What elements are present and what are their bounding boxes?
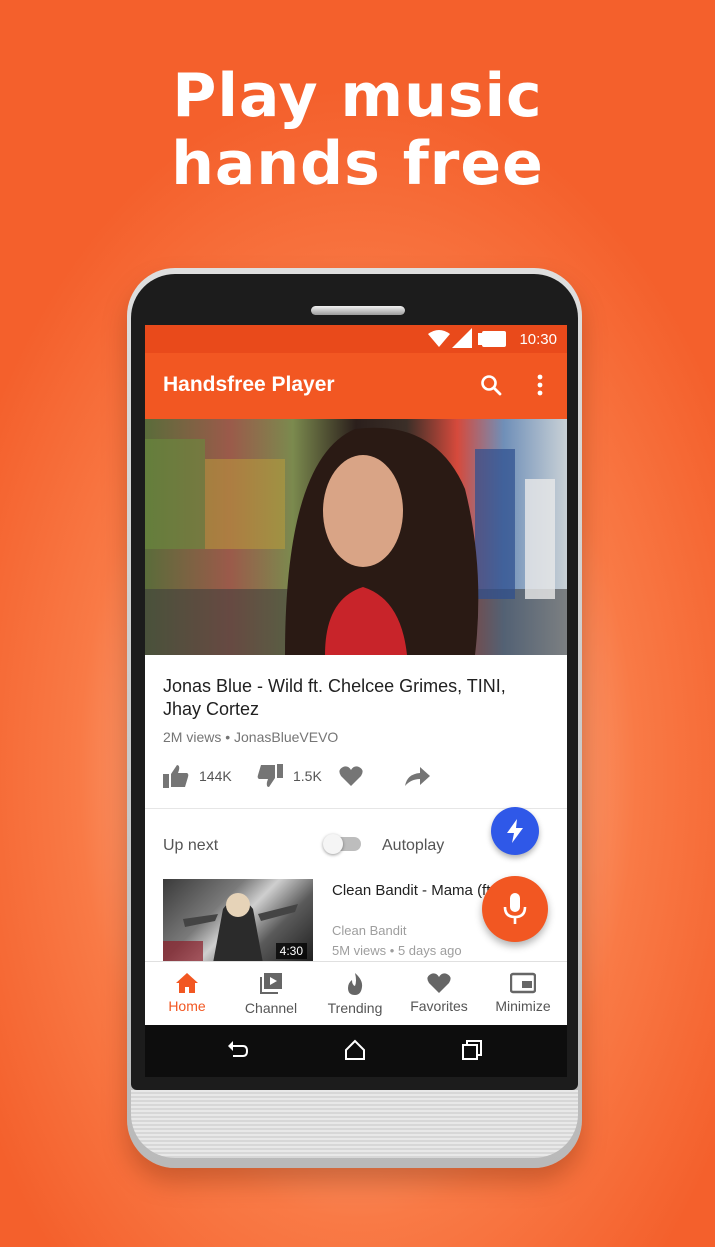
status-time: 10:30 bbox=[519, 331, 557, 348]
heart-icon bbox=[339, 766, 363, 786]
thumb-down-icon bbox=[257, 764, 283, 787]
search-icon[interactable] bbox=[479, 373, 503, 397]
headline: Play music hands free bbox=[0, 62, 715, 198]
favorite-button[interactable] bbox=[339, 763, 363, 789]
autoplay-label: Autoplay bbox=[382, 837, 445, 854]
up-next-label: Up next bbox=[163, 837, 219, 854]
flame-icon bbox=[348, 973, 363, 995]
dislike-count: 1.5K bbox=[293, 768, 322, 784]
lightning-icon bbox=[507, 819, 523, 843]
status-bar: 10:30 bbox=[145, 325, 567, 353]
nav-label-minimize: Minimize bbox=[495, 998, 551, 1014]
nav-item-favorites[interactable]: Favorites bbox=[397, 962, 481, 1025]
video-title: Jonas Blue - Wild ft. Chelcee Grimes, TI… bbox=[163, 676, 506, 719]
flash-fab-button[interactable] bbox=[491, 807, 539, 855]
video-duration: 4:30 bbox=[275, 943, 307, 959]
video-player[interactable] bbox=[145, 419, 567, 655]
recommended-title[interactable]: Clean Bandit - Mama (ft. Ellie Goulding)… bbox=[332, 881, 492, 901]
headline-line-1: Play music bbox=[172, 61, 543, 131]
battery-icon bbox=[478, 331, 506, 347]
home-icon bbox=[176, 973, 198, 993]
nav-item-home[interactable]: Home bbox=[145, 962, 229, 1025]
share-button[interactable] bbox=[403, 763, 431, 789]
channel-icon bbox=[260, 973, 282, 994]
app-screen: 10:30 Handsfree Player Jonas Blue - Wild… bbox=[145, 325, 567, 1025]
like-button[interactable]: 144K bbox=[163, 763, 232, 789]
mic-fab-button[interactable] bbox=[482, 876, 548, 942]
nav-label-channel: Channel bbox=[244, 1000, 298, 1016]
minimize-icon bbox=[510, 972, 536, 994]
home-nav-icon[interactable] bbox=[344, 1039, 366, 1061]
more-vert-icon[interactable] bbox=[535, 373, 545, 397]
nav-item-minimize[interactable]: Minimize bbox=[481, 962, 565, 1025]
dislike-button[interactable]: 1.5K bbox=[257, 763, 322, 789]
app-title: Handsfree Player bbox=[163, 373, 335, 396]
microphone-icon bbox=[503, 893, 527, 924]
headline-line-2: hands free bbox=[171, 129, 544, 199]
thumb-up-icon bbox=[163, 765, 189, 788]
recents-icon[interactable] bbox=[461, 1039, 483, 1061]
nav-label-home: Home bbox=[168, 998, 206, 1014]
autoplay-toggle-knob bbox=[323, 834, 343, 854]
recommended-thumbnail[interactable]: 4:30 bbox=[163, 879, 313, 963]
video-meta: 2M views • JonasBlueVEVO bbox=[163, 729, 339, 745]
video-frame-artwork bbox=[145, 427, 567, 655]
autoplay-toggle[interactable] bbox=[323, 834, 361, 854]
phone-chin bbox=[131, 1090, 578, 1158]
phone-speaker bbox=[311, 306, 405, 315]
nav-item-channel[interactable]: Channel bbox=[229, 962, 313, 1025]
nav-item-trending[interactable]: Trending bbox=[313, 962, 397, 1025]
signal-icon bbox=[452, 328, 472, 348]
heart-icon bbox=[427, 973, 451, 993]
recommended-channel: Clean Bandit bbox=[332, 923, 407, 938]
share-icon bbox=[405, 767, 430, 786]
wifi-icon bbox=[428, 330, 450, 347]
nav-label-favorites: Favorites bbox=[410, 998, 468, 1014]
nav-label-trending: Trending bbox=[327, 1000, 383, 1016]
back-icon[interactable] bbox=[227, 1039, 249, 1061]
like-count: 144K bbox=[199, 768, 232, 784]
app-bar: Handsfree Player bbox=[145, 353, 567, 419]
android-nav-bar bbox=[145, 1025, 567, 1077]
recommended-meta: 5M views • 5 days ago bbox=[332, 943, 462, 958]
bottom-nav: Home Channel Trending Favorites Minimize bbox=[145, 961, 567, 1025]
